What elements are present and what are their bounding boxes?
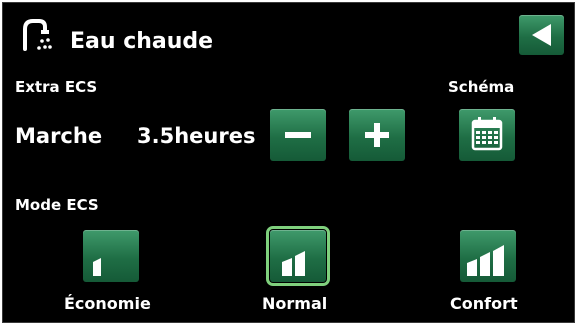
minus-icon bbox=[285, 132, 311, 138]
schedule-label: Schéma bbox=[448, 78, 515, 96]
plus-icon bbox=[365, 123, 389, 147]
back-button[interactable] bbox=[519, 15, 564, 55]
level-medium-icon bbox=[282, 251, 305, 276]
mode-comfort-button[interactable] bbox=[460, 230, 516, 282]
schedule-button[interactable] bbox=[459, 109, 515, 161]
mode-normal-label: Normal bbox=[262, 294, 328, 313]
tap-hot-water-icon bbox=[17, 15, 57, 55]
back-arrow-icon bbox=[532, 24, 551, 46]
increase-button[interactable] bbox=[349, 109, 405, 161]
mode-comfort-label: Confort bbox=[450, 294, 518, 313]
page-title: Eau chaude bbox=[70, 29, 214, 54]
extra-ecs-label: Extra ECS bbox=[15, 78, 98, 96]
mode-economy-label: Économie bbox=[64, 294, 151, 313]
mode-normal-button[interactable] bbox=[266, 226, 330, 286]
calendar-icon bbox=[471, 117, 503, 151]
level-low-icon bbox=[93, 258, 101, 276]
mode-ecs-label: Mode ECS bbox=[15, 196, 99, 214]
hot-water-screen: Eau chaude Extra ECS Marche 3.5heures Sc… bbox=[2, 2, 575, 323]
extra-ecs-duration: 3.5heures bbox=[137, 124, 256, 148]
decrease-button[interactable] bbox=[270, 109, 326, 161]
mode-economy-button[interactable] bbox=[83, 230, 139, 282]
level-high-icon bbox=[467, 245, 504, 276]
extra-ecs-state: Marche bbox=[15, 124, 103, 148]
